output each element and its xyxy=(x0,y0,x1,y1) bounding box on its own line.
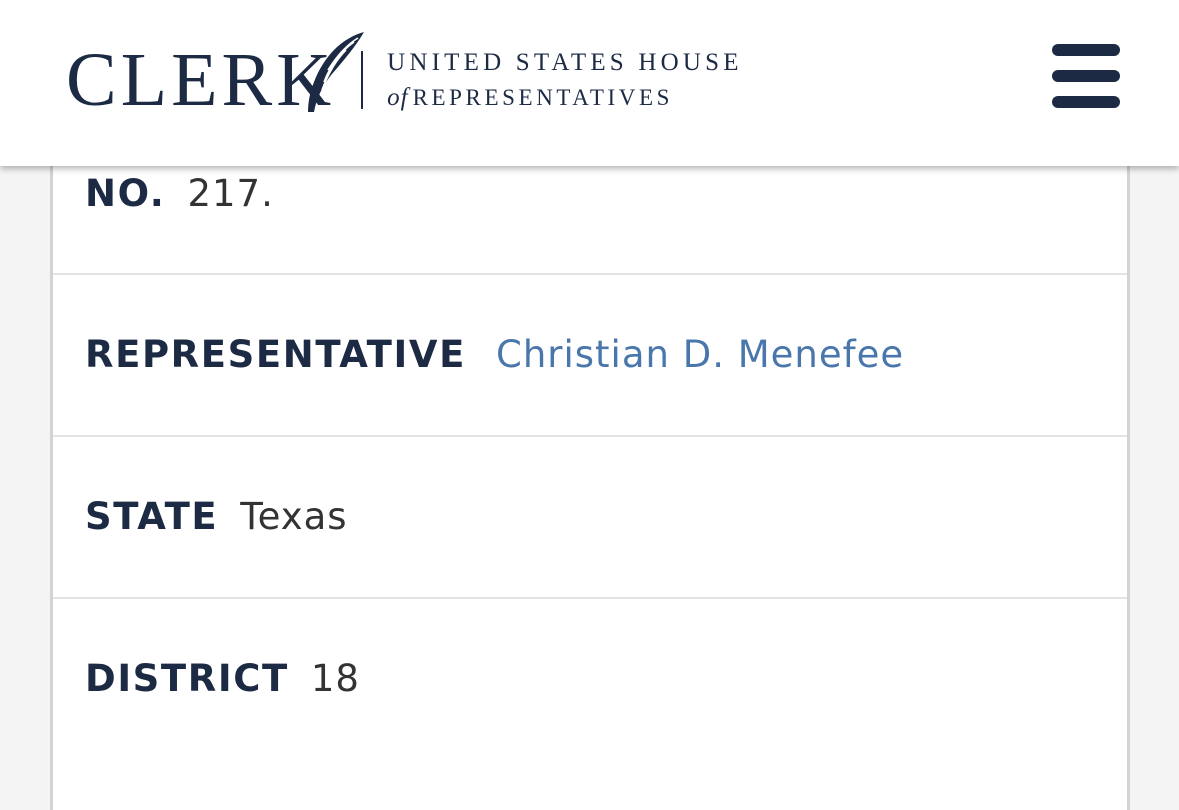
representative-label: REPRESENTATIVE xyxy=(85,333,466,376)
record-row-state: STATE Texas xyxy=(53,437,1127,599)
hamburger-menu-icon[interactable] xyxy=(1052,44,1120,108)
state-label: STATE xyxy=(85,495,219,538)
logo-subtitle: UNITED STATES HOUSE of REPRESENTATIVES xyxy=(387,50,743,110)
number-label: NO. xyxy=(85,172,166,215)
record-row-district-content: DISTRICT 18 xyxy=(85,657,360,701)
state-value: Texas xyxy=(240,495,348,538)
logo-subtitle-of: of xyxy=(387,84,409,111)
menu-bar-top xyxy=(1052,44,1120,56)
logo-divider xyxy=(361,51,364,109)
clerk-logo[interactable]: CLERK UNITED STATES HOUSE of REPRESENTATI… xyxy=(66,30,743,122)
record-row-representative: REPRESENTATIVE Christian D. Menefee xyxy=(53,275,1127,437)
logo-wordmark: CLERK xyxy=(66,38,336,122)
district-label: DISTRICT xyxy=(85,657,289,700)
logo-subtitle-line1: UNITED STATES HOUSE xyxy=(387,49,743,76)
menu-bar-bottom xyxy=(1052,96,1120,108)
representative-link[interactable]: Christian D. Menefee xyxy=(496,333,904,376)
record-row-number-content: NO. 217. xyxy=(85,172,274,216)
site-header: CLERK UNITED STATES HOUSE of REPRESENTATI… xyxy=(0,0,1179,166)
number-value: 217. xyxy=(187,172,274,215)
district-value: 18 xyxy=(310,657,360,700)
member-record-card: NO. 217. REPRESENTATIVE Christian D. Menef… xyxy=(50,110,1130,810)
record-row-state-content: STATE Texas xyxy=(85,495,348,539)
quill-icon xyxy=(308,32,364,112)
menu-bar-middle xyxy=(1052,70,1120,82)
record-row-district: DISTRICT 18 xyxy=(53,599,1127,810)
logo-subtitle-line2: of REPRESENTATIVES xyxy=(387,85,743,110)
logo-subtitle-rest: REPRESENTATIVES xyxy=(412,85,674,110)
record-row-representative-content: REPRESENTATIVE Christian D. Menefee xyxy=(85,333,904,377)
